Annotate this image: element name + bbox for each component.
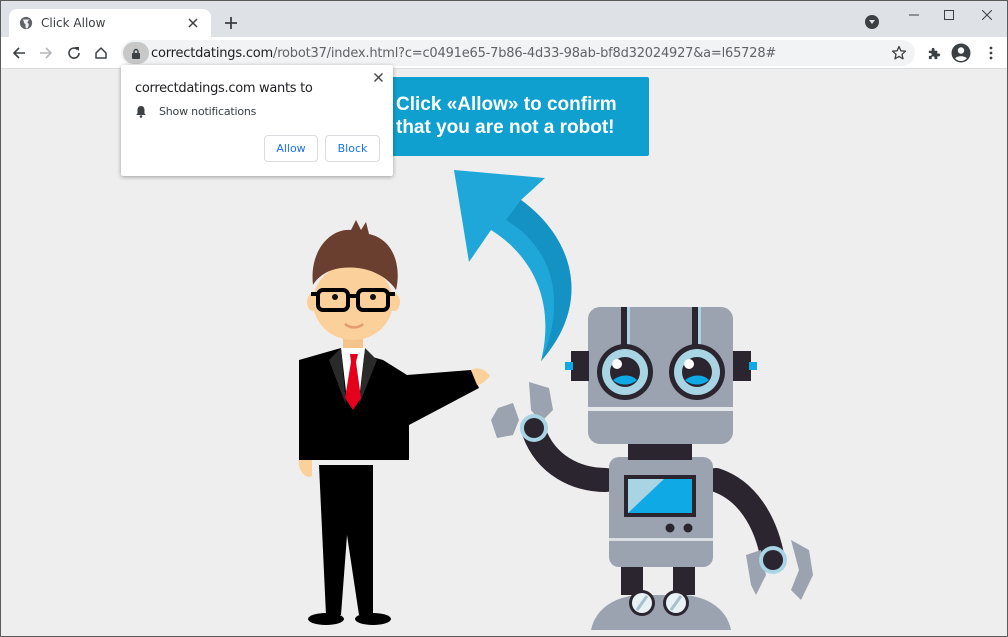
curved-arrow-icon [454,170,572,361]
reload-icon [68,47,80,59]
home-icon [95,47,107,59]
address-bar[interactable]: correctdatings.com/robot37/index.html?c=… [121,40,915,66]
minimize-icon [909,14,919,16]
home-button[interactable] [89,41,113,65]
back-button[interactable] [7,41,31,65]
lock-icon [132,48,140,59]
kebab-menu-icon [989,46,993,60]
back-arrow-icon [12,47,25,59]
tab-strip: Click Allow [1,1,1007,37]
close-icon [982,10,992,20]
block-button[interactable]: Block [325,135,380,162]
permission-label: Show notifications [159,105,257,118]
globe-icon [19,16,33,30]
robot-figure [491,307,813,630]
puzzle-icon [928,47,940,59]
window-close-button[interactable] [967,1,1007,29]
profile-button[interactable] [951,43,971,63]
tab-active[interactable]: Click Allow [9,9,211,37]
popup-close-button[interactable] [371,70,385,84]
tab-close-button[interactable] [185,15,201,31]
reload-button[interactable] [62,41,86,65]
profile-icon [951,43,971,63]
site-info-button[interactable] [123,42,149,64]
browser-window: Click Allow correctdatings.com/robot37/i… [1,1,1007,636]
tab-title: Click Allow [41,16,106,30]
menu-button[interactable] [981,43,1001,63]
close-icon [373,72,383,82]
url-host: correctdatings.com [151,45,274,61]
businessman-figure [298,220,490,625]
notification-permission-popup: correctdatings.com wants to Show notific… [121,65,393,176]
forward-button[interactable] [34,41,58,65]
tab-search-button[interactable] [865,15,879,29]
new-tab-button[interactable] [221,13,241,33]
close-icon [188,18,198,28]
maximize-icon [944,10,954,20]
permission-row: Show notifications [135,105,256,118]
allow-button[interactable]: Allow [264,135,318,162]
maximize-button[interactable] [929,1,969,29]
minimize-button[interactable] [894,1,934,29]
url-text[interactable]: correctdatings.com/robot37/index.html?c=… [151,46,776,61]
extensions-button[interactable] [924,43,944,63]
popup-title: correctdatings.com wants to [135,81,313,96]
forward-arrow-icon [40,47,53,59]
star-icon[interactable] [891,45,907,61]
bell-icon [136,106,146,118]
plus-icon [225,17,237,29]
url-path: /robot37/index.html?c=c0491e65-7b86-4d33… [273,45,777,61]
